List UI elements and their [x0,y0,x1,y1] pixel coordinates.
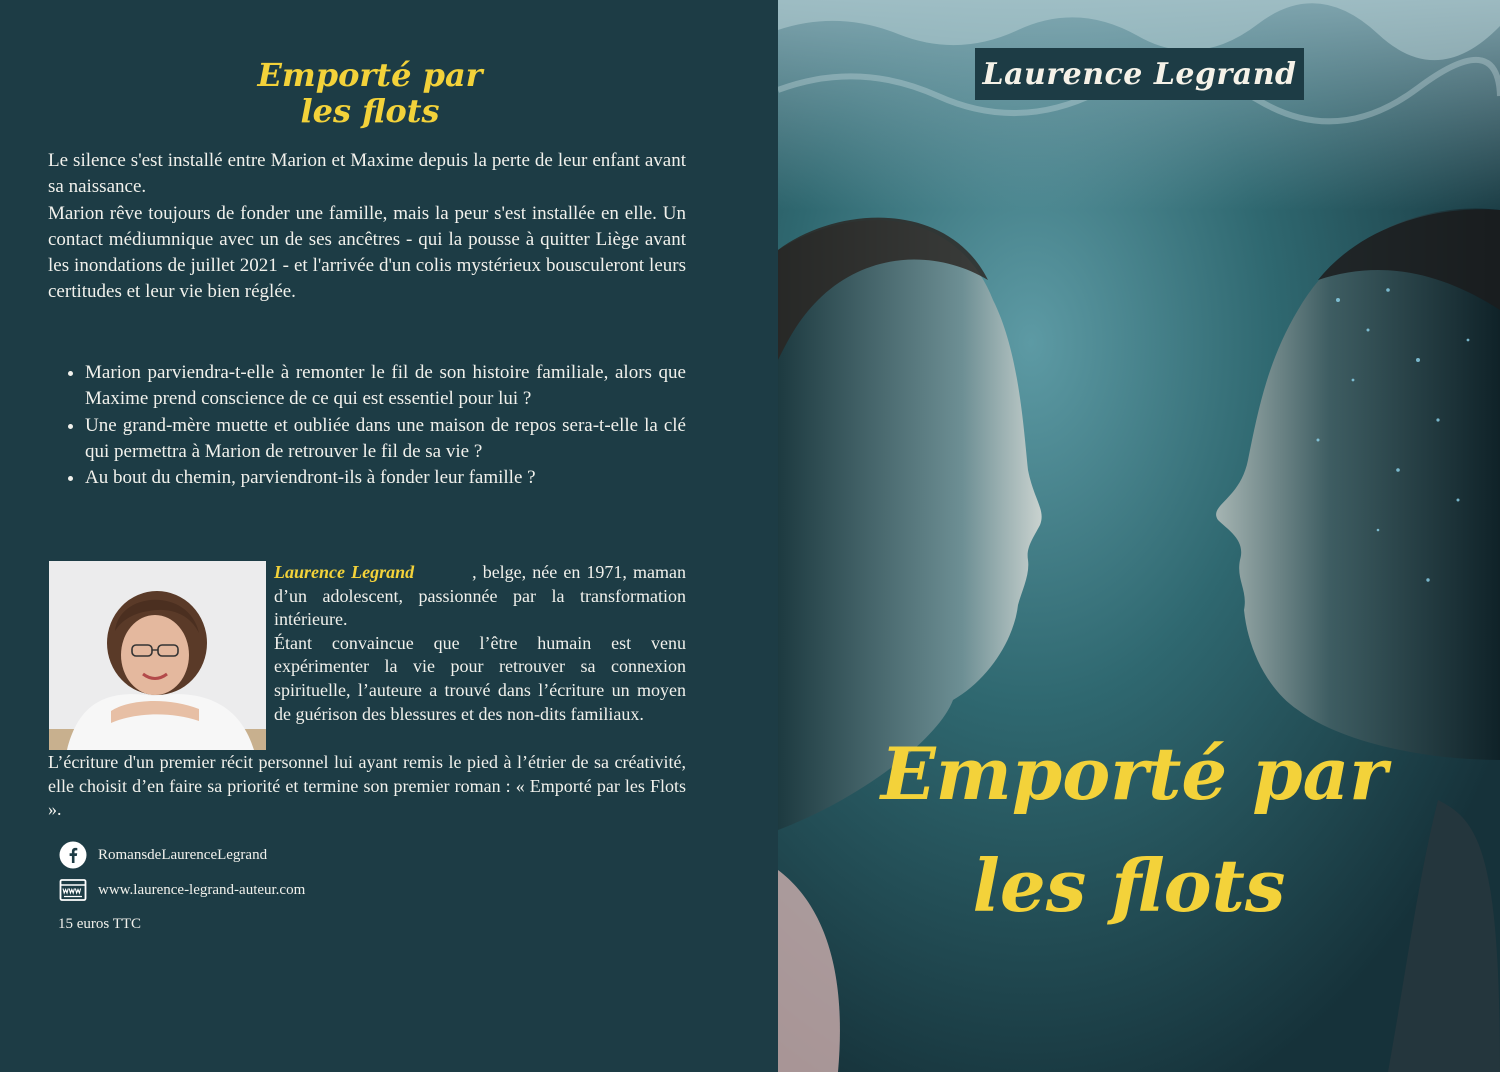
website-link[interactable]: www.laurence-legrand-auteur.com [98,882,305,899]
facebook-contact[interactable]: RomansdeLaurenceLegrand [59,841,267,869]
question-item: Au bout du chemin, parviendront-ils à fo… [85,465,686,491]
author-photo-illustration [49,561,266,750]
question-item: Marion parviendra-t-elle à remonter le f… [85,360,686,413]
synopsis-paragraph-1: Le silence s'est installé entre Marion e… [48,150,686,198]
back-title-line2: les flots [300,92,440,130]
bio-paragraph-2: Étant convaincue que l’être humain est v… [274,632,686,724]
author-photo [49,561,266,750]
bio-intro: Laurence Legrand, belge, née en 1971, ma… [274,561,686,632]
question-item: Une grand-mère muette et oubliée dans un… [85,413,686,466]
front-title-line1: Emporté par [880,731,1388,816]
back-title-line1: Emporté par [257,56,483,94]
facebook-handle[interactable]: RomansdeLaurenceLegrand [98,847,267,864]
facebook-icon [59,841,87,869]
bio-author-name: Laurence Legrand [274,562,415,582]
website-contact[interactable]: www.laurence-legrand-auteur.com [59,876,305,904]
synopsis-paragraph-2: Marion rêve toujours de fonder une famil… [48,202,686,303]
front-title-line2: les flots [972,843,1286,928]
author-banner: Laurence Legrand [975,48,1304,100]
back-cover: Emporté par les flots Le silence s'est i… [0,0,778,1072]
author-bio: Laurence Legrand, belge, née en 1971, ma… [274,561,686,726]
www-browser-icon [59,879,87,901]
synopsis: Le silence s'est installé entre Marion e… [48,148,686,306]
front-author-name: Laurence Legrand [982,56,1297,92]
question-list: Marion parviendra-t-elle à remonter le f… [48,360,686,491]
price-label: 15 euros TTC [58,916,142,932]
bio-paragraph-3: L’écriture d'un premier récit personnel … [48,752,686,820]
front-cover: Laurence Legrand Emporté par les flots [778,0,1500,1072]
